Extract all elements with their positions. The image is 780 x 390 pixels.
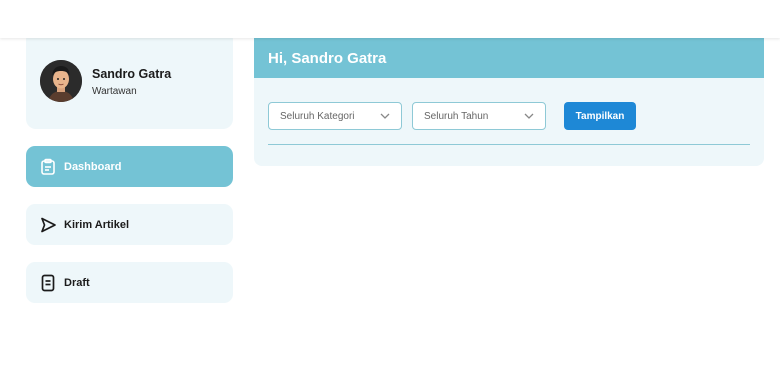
divider	[268, 144, 750, 145]
avatar	[40, 60, 82, 102]
send-icon	[38, 215, 58, 235]
chevron-down-icon	[524, 113, 534, 119]
sidebar-item-label: Kirim Artikel	[64, 218, 130, 231]
show-button[interactable]: Tampilkan	[564, 102, 636, 130]
profile-card: Sandro Gatra Wartawan	[26, 30, 233, 129]
sidebar-item-draft[interactable]: Draft	[26, 262, 233, 303]
sidebar-item-label: Dashboard	[64, 160, 122, 173]
profile-name: Sandro Gatra	[92, 67, 172, 81]
profile-role: Wartawan	[92, 86, 137, 97]
page-title: Hi, Sandro Gatra	[268, 49, 387, 67]
main-panel: Hi, Sandro Gatra Seluruh Kategori Seluru…	[254, 38, 764, 166]
sidebar-item-label: Draft	[64, 276, 90, 289]
category-select-value: Seluruh Kategori	[280, 110, 355, 122]
sidebar-item-kirim-artikel[interactable]: Kirim Artikel	[26, 204, 233, 245]
clipboard-icon	[38, 157, 58, 177]
year-select[interactable]: Seluruh Tahun	[412, 102, 546, 130]
year-select-value: Seluruh Tahun	[424, 110, 489, 122]
sidebar-item-dashboard[interactable]: Dashboard	[26, 146, 233, 187]
document-icon	[38, 273, 58, 293]
category-select[interactable]: Seluruh Kategori	[268, 102, 402, 130]
main-header: Hi, Sandro Gatra	[254, 38, 764, 78]
top-bar	[0, 0, 780, 38]
chevron-down-icon	[380, 113, 390, 119]
